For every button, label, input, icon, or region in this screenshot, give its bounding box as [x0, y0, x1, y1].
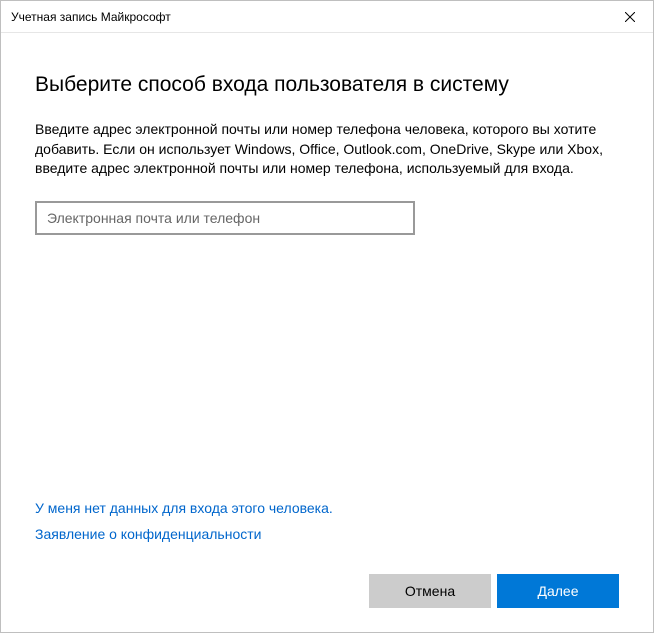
- dialog-content: Выберите способ входа пользователя в сис…: [1, 33, 653, 632]
- privacy-statement-link[interactable]: Заявление о конфиденциальности: [35, 526, 261, 542]
- dialog-window: Учетная запись Майкрософт Выберите спосо…: [0, 0, 654, 633]
- cancel-button[interactable]: Отмена: [369, 574, 491, 608]
- button-row: Отмена Далее: [35, 574, 619, 608]
- email-phone-input[interactable]: [35, 201, 415, 235]
- next-button[interactable]: Далее: [497, 574, 619, 608]
- window-title: Учетная запись Майкрософт: [11, 10, 171, 24]
- page-title: Выберите способ входа пользователя в сис…: [35, 71, 619, 98]
- spacer: [35, 235, 619, 500]
- no-signin-info-link[interactable]: У меня нет данных для входа этого челове…: [35, 500, 333, 516]
- description-text: Введите адрес электронной почты или номе…: [35, 120, 619, 179]
- close-button[interactable]: [607, 1, 653, 32]
- close-icon: [625, 12, 635, 22]
- titlebar: Учетная запись Майкрософт: [1, 1, 653, 33]
- links-section: У меня нет данных для входа этого челове…: [35, 500, 619, 552]
